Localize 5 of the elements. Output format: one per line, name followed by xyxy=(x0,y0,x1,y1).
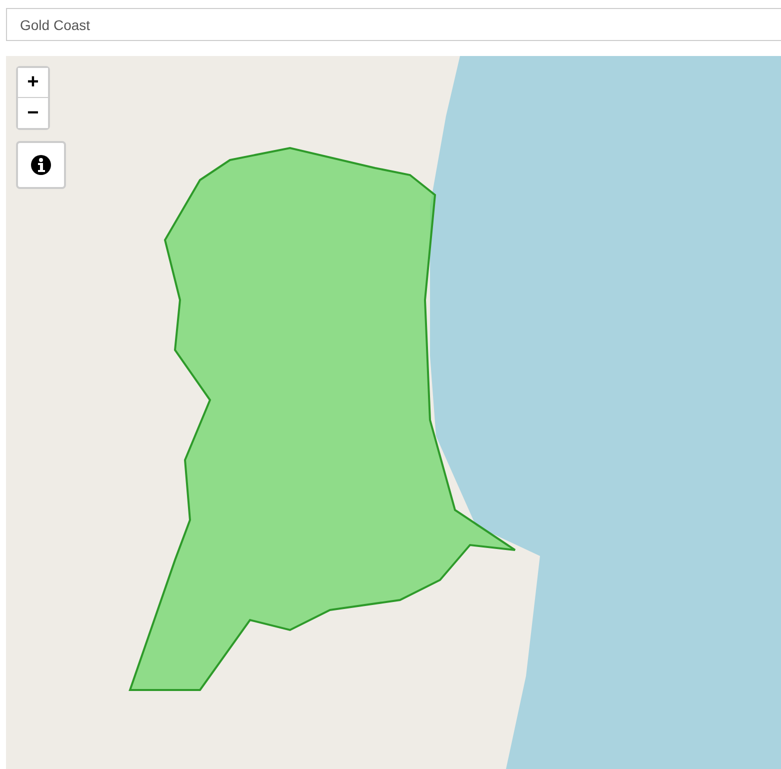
info-button[interactable] xyxy=(16,141,66,189)
search-field[interactable]: Gold Coast xyxy=(6,8,781,41)
zoom-in-button[interactable]: + xyxy=(18,68,48,98)
map-view[interactable]: + − xyxy=(6,56,781,769)
info-icon xyxy=(30,154,52,176)
